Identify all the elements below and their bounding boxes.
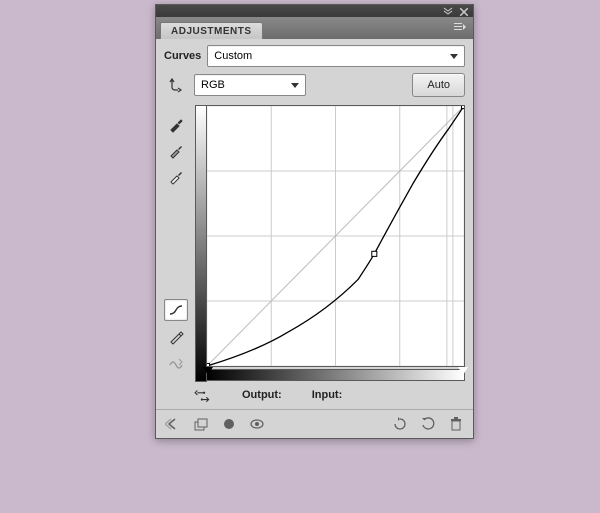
input-gradient <box>206 369 465 381</box>
reset-icon[interactable] <box>419 415 437 433</box>
output-label: Output: <box>242 389 282 401</box>
panel-footer <box>156 409 473 438</box>
return-to-list-icon[interactable] <box>164 415 182 433</box>
scrub-icon[interactable] <box>194 387 212 403</box>
curves-graph[interactable] <box>206 105 465 367</box>
curve-point-tool-icon[interactable] <box>164 299 188 321</box>
eyedropper-white-icon[interactable] <box>165 167 187 187</box>
clip-to-layer-icon[interactable] <box>220 415 238 433</box>
expanded-view-icon[interactable] <box>192 415 210 433</box>
close-icon[interactable] <box>459 7 469 15</box>
panel-titlebar <box>156 5 473 17</box>
preset-value: Custom <box>214 50 252 62</box>
input-label: Input: <box>312 389 343 401</box>
trash-icon[interactable] <box>447 415 465 433</box>
panel-body: Curves Custom <box>156 39 473 409</box>
toggle-visibility-icon[interactable] <box>248 415 266 433</box>
pencil-tool-icon[interactable] <box>165 327 187 347</box>
targeted-adjustment-tool-icon[interactable] <box>165 75 187 95</box>
eyedropper-gray-icon[interactable] <box>165 141 187 161</box>
curve-point-white[interactable] <box>461 106 464 109</box>
adjustments-panel: ADJUSTMENTS Curves Custom <box>155 4 474 439</box>
panel-menu-icon[interactable] <box>453 21 467 33</box>
curve-point-mid[interactable] <box>372 251 377 256</box>
black-point-slider[interactable] <box>203 367 213 375</box>
previous-state-icon[interactable] <box>391 415 409 433</box>
preset-select[interactable]: Custom <box>207 45 465 67</box>
collapse-icon[interactable] <box>443 7 453 15</box>
tool-column <box>164 73 188 405</box>
curves-label: Curves <box>164 50 201 62</box>
channel-select[interactable]: RGB <box>194 74 306 96</box>
smooth-tool-icon[interactable] <box>165 353 187 373</box>
tab-adjustments[interactable]: ADJUSTMENTS <box>160 22 263 39</box>
white-point-slider[interactable] <box>458 367 468 375</box>
eyedropper-black-icon[interactable] <box>165 115 187 135</box>
auto-button[interactable]: Auto <box>412 73 465 97</box>
channel-value: RGB <box>201 79 225 91</box>
tab-row: ADJUSTMENTS <box>156 17 473 39</box>
curve-point-black[interactable] <box>207 363 210 366</box>
